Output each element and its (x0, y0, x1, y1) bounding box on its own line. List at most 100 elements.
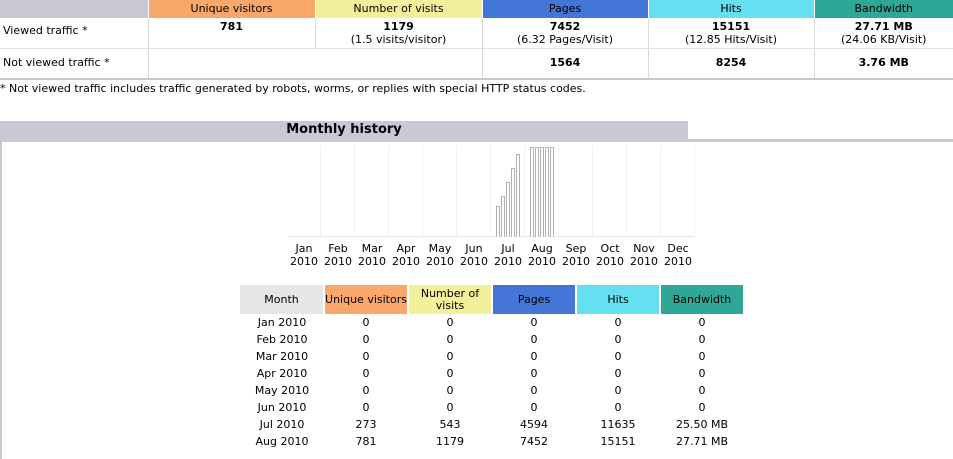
viewed-pages-value: 7452 (483, 20, 648, 33)
chart-bar-group (525, 145, 559, 237)
monthly-header-bandwidth: Bandwidth (660, 285, 744, 314)
monthly-cell-pages: 0 (492, 348, 576, 365)
monthly-cell-bandwidth: 25.50 MB (660, 416, 744, 433)
chart-month-column: Aug2010 (525, 145, 559, 271)
chart-month-year: 2010 (423, 255, 457, 268)
chart-bar-bandwidth (516, 154, 520, 237)
monthly-cell-visits: 0 (408, 348, 492, 365)
viewed-bandwidth-cell: 27.71 MB (24.06 KB/Visit) (814, 18, 953, 48)
chart-month-column: May2010 (423, 145, 457, 271)
monthly-history-title: Monthly history (0, 121, 688, 139)
monthly-cell-visits: 0 (408, 399, 492, 416)
monthly-cell-visitors: 0 (324, 348, 408, 365)
chart-month-label: Feb2010 (321, 242, 355, 268)
chart-month-year: 2010 (661, 255, 695, 268)
chart-month-label: May2010 (423, 242, 457, 268)
monthly-cell-bandwidth: 0 (660, 382, 744, 399)
monthly-cell-visitors: 781 (324, 433, 408, 450)
monthly-cell-month: Jan 2010 (240, 314, 324, 331)
chart-month-name: Jun (457, 242, 491, 255)
chart-month-year: 2010 (389, 255, 423, 268)
chart-bar-visitors (496, 206, 500, 237)
viewed-traffic-label: Viewed traffic * (0, 18, 148, 48)
monthly-cell-hits: 0 (576, 314, 660, 331)
chart-bar-bandwidth (550, 147, 554, 237)
monthly-cell-hits: 0 (576, 382, 660, 399)
chart-month-label: Jul2010 (491, 242, 525, 268)
chart-month-name: Aug (525, 242, 559, 255)
table-row: Jun 201000000 (240, 399, 744, 416)
chart-month-column: Jan2010 (287, 145, 321, 271)
chart-bar-pages (506, 182, 510, 237)
monthly-cell-pages: 0 (492, 314, 576, 331)
monthly-header-pages: Pages (492, 285, 576, 314)
chart-bar-visits (501, 196, 505, 237)
chart-month-column: Feb2010 (321, 145, 355, 271)
monthly-cell-pages: 0 (492, 382, 576, 399)
monthly-cell-visits: 543 (408, 416, 492, 433)
monthly-cell-bandwidth: 0 (660, 399, 744, 416)
summary-header-hits: Hits (648, 0, 814, 18)
chart-month-column: Oct2010 (593, 145, 627, 271)
chart-bar-visits (535, 147, 539, 237)
chart-month-label: Jun2010 (457, 242, 491, 268)
summary-header-bandwidth: Bandwidth (814, 0, 953, 18)
viewed-bandwidth-sub: (24.06 KB/Visit) (815, 33, 953, 46)
chart-bar-group (559, 145, 593, 237)
not-viewed-traffic-label: Not viewed traffic * (0, 48, 148, 79)
table-row: Apr 201000000 (240, 365, 744, 382)
chart-month-year: 2010 (457, 255, 491, 268)
monthly-cell-bandwidth: 27.71 MB (660, 433, 744, 450)
chart-month-year: 2010 (355, 255, 389, 268)
summary-header-blank (0, 0, 148, 18)
monthly-cell-month: Aug 2010 (240, 433, 324, 450)
viewed-visits-value: 1179 (316, 20, 482, 33)
monthly-header-month: Month (240, 285, 324, 314)
chart-bar-group (389, 145, 423, 237)
viewed-pages-cell: 7452 (6.32 Pages/Visit) (482, 18, 648, 48)
chart-month-label: Sep2010 (559, 242, 593, 268)
chart-month-column: Nov2010 (627, 145, 661, 271)
monthly-cell-visits: 0 (408, 331, 492, 348)
not-viewed-empty-cell (148, 48, 482, 79)
chart-bar-hits (511, 168, 515, 237)
monthly-cell-visitors: 273 (324, 416, 408, 433)
chart-month-year: 2010 (627, 255, 661, 268)
monthly-cell-visits: 1179 (408, 433, 492, 450)
monthly-cell-hits: 15151 (576, 433, 660, 450)
monthly-cell-bandwidth: 0 (660, 365, 744, 382)
monthly-cell-visitors: 0 (324, 399, 408, 416)
summary-header-row: Unique visitors Number of visits Pages H… (0, 0, 953, 18)
viewed-visitors-cell: 781 (148, 18, 315, 48)
chart-month-name: Oct (593, 242, 627, 255)
monthly-cell-visitors: 0 (324, 382, 408, 399)
not-viewed-bandwidth-value: 3.76 MB (814, 48, 953, 79)
chart-month-label: Jan2010 (287, 242, 321, 268)
monthly-cell-visits: 0 (408, 382, 492, 399)
chart-month-column: Sep2010 (559, 145, 593, 271)
monthly-cell-visitors: 0 (324, 365, 408, 382)
chart-bar-group (491, 145, 525, 237)
chart-bar-pages (540, 147, 544, 237)
viewed-hits-value: 15151 (649, 20, 814, 33)
chart-month-name: Apr (389, 242, 423, 255)
chart-month-column: Jul2010 (491, 145, 525, 271)
not-viewed-traffic-row: Not viewed traffic * 1564 8254 3.76 MB (0, 48, 953, 79)
table-row: Mar 201000000 (240, 348, 744, 365)
monthly-cell-hits: 0 (576, 365, 660, 382)
viewed-bandwidth-value: 27.71 MB (815, 20, 953, 33)
chart-bar-group (287, 145, 321, 237)
summary-header-visits: Number of visits (315, 0, 482, 18)
monthly-header-hits: Hits (576, 285, 660, 314)
table-row: Aug 2010781117974521515127.71 MB (240, 433, 744, 450)
monthly-cell-visits: 0 (408, 365, 492, 382)
chart-month-name: May (423, 242, 457, 255)
chart-month-year: 2010 (593, 255, 627, 268)
monthly-cell-hits: 11635 (576, 416, 660, 433)
viewed-visitors-value: 781 (149, 20, 315, 33)
chart-month-year: 2010 (559, 255, 593, 268)
monthly-cell-bandwidth: 0 (660, 348, 744, 365)
monthly-cell-month: Mar 2010 (240, 348, 324, 365)
chart-month-column: Jun2010 (457, 145, 491, 271)
chart-month-name: Mar (355, 242, 389, 255)
